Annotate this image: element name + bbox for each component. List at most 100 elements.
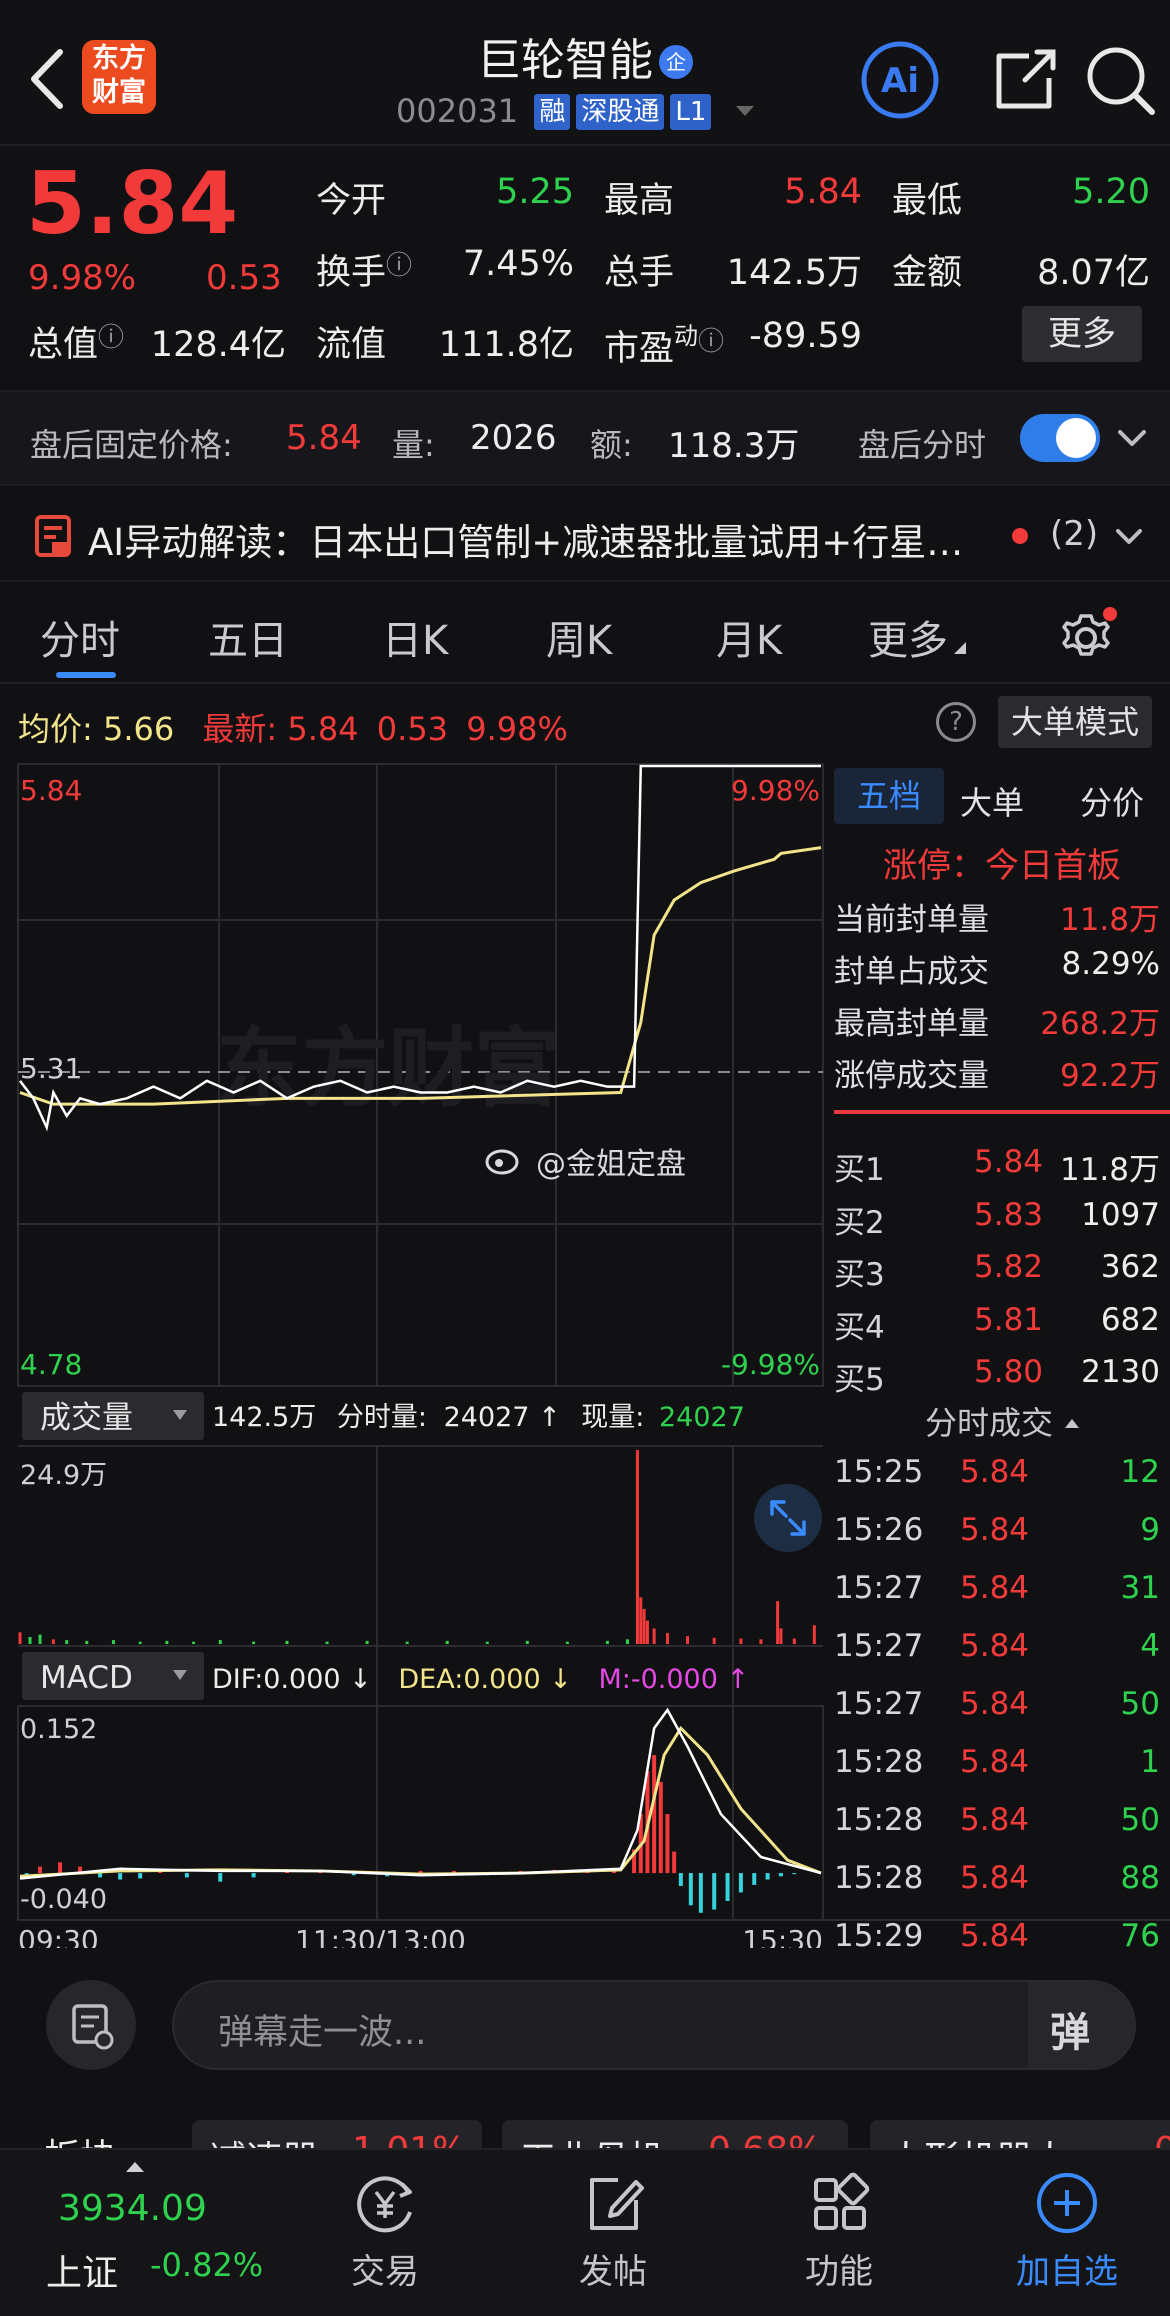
limit-stat-row: 涨停成交量 92.2万 [834, 1050, 1160, 1096]
macd-bar [218, 1873, 223, 1882]
info-icon[interactable]: ⓘ [98, 323, 124, 353]
tab-intraday[interactable]: 分时 [40, 608, 120, 666]
bid-level-row[interactable]: 买1 5.84 11.8万 [834, 1144, 1160, 1190]
nav-functions[interactable]: 功能 [754, 2148, 924, 2316]
tab-more[interactable]: 更多 [868, 608, 966, 666]
change-amount: 0.53 [206, 258, 282, 298]
ai-assistant-button[interactable]: Ai [860, 40, 940, 120]
volume-bar [405, 1641, 409, 1644]
expand-chart-button[interactable] [754, 1484, 822, 1552]
danmaku-toggle-button[interactable]: 弹 [1028, 1982, 1134, 2068]
open-value: 5.25 [496, 172, 574, 212]
latest-value: 5.84 [287, 710, 359, 748]
ai-insight-bar[interactable]: AI异动解读：日本出口管制+减速器批量试用+行星… (2) [0, 490, 1170, 582]
bid-level-row[interactable]: 买5 5.80 2130 [834, 1354, 1160, 1400]
pe-value: -89.59 [749, 316, 862, 356]
info-icon[interactable]: ⓘ [386, 251, 412, 281]
tab-daily-k[interactable]: 日K [382, 608, 448, 666]
volume-bar [645, 1620, 649, 1644]
macd-bar [698, 1873, 703, 1913]
axis-mid-price: 5.31 [20, 1052, 82, 1085]
chevron-down-icon[interactable] [1116, 426, 1148, 450]
chevron-down-icon[interactable] [1114, 526, 1144, 548]
latest-change: 0.53 [376, 710, 449, 748]
tick-price: 5.84 [960, 1802, 1030, 1838]
volume-bar [776, 1601, 780, 1644]
comment-input[interactable]: 弹幕走一波... 弹 [172, 1980, 1136, 2070]
bid-level-label: 买3 [834, 1257, 885, 1293]
macd-bar [778, 1873, 783, 1877]
more-quote-button[interactable]: 更多 [1022, 306, 1142, 362]
bar-volume-value: 24027 ↑ [444, 1402, 561, 1433]
ticks-title[interactable]: 分时成交 [834, 1398, 1170, 1444]
share-icon[interactable] [985, 40, 1065, 120]
macd-dif: DIF:0.000 ↓ [212, 1664, 372, 1695]
index-value: 3934.09 [58, 2188, 207, 2229]
low-value: 5.20 [1072, 172, 1150, 212]
volume-bar [712, 1637, 716, 1644]
big-order-mode-button[interactable]: 大单模式 [998, 696, 1152, 748]
help-icon[interactable]: ? [936, 702, 976, 742]
comment-settings-button[interactable] [46, 1980, 136, 2070]
side-tab-five-levels[interactable]: 五档 [834, 768, 944, 824]
volume-bar [365, 1640, 369, 1644]
brand-watermark: 东方财富 [216, 1019, 560, 1119]
chart-tabs: 分时 五日 日K 周K 月K 更多 [0, 588, 1170, 684]
bid-level-label: 买2 [834, 1204, 885, 1241]
connect-tag: 深股通 [576, 94, 665, 130]
nav-trade[interactable]: 交易 [300, 2148, 470, 2316]
volume-bar [85, 1640, 89, 1644]
bid-level-row[interactable]: 买4 5.81 682 [834, 1302, 1160, 1348]
macd-bar [184, 1873, 189, 1878]
volume-bar [759, 1639, 763, 1644]
dropdown-caret-icon[interactable] [735, 106, 754, 116]
tick-time: 15:26 [834, 1512, 924, 1548]
bid-level-row[interactable]: 买2 5.83 1097 [834, 1197, 1160, 1243]
info-icon[interactable]: ⓘ [698, 327, 724, 357]
search-icon[interactable] [1082, 40, 1162, 120]
nav-post[interactable]: 发帖 [528, 2148, 698, 2316]
tick-row: 15:26 5.84 9 [834, 1512, 1160, 1558]
open-label: 今开 [316, 181, 387, 221]
after-hours-toggle[interactable] [1020, 414, 1100, 462]
volume-panel-label: 成交量 [40, 1400, 133, 1436]
macd-bar [251, 1873, 256, 1878]
chart-area: 东方财富 @金姐定盘 5.84 5.31 4.78 9.98% -9.98% 2… [0, 758, 1170, 1957]
weibo-icon-eye [495, 1159, 503, 1167]
axis-bottom-price: 4.78 [20, 1348, 82, 1381]
bid-level-row[interactable]: 买3 5.82 362 [834, 1249, 1160, 1295]
tab-five-day[interactable]: 五日 [208, 608, 288, 666]
tick-row: 15:28 5.84 88 [834, 1860, 1160, 1906]
macd-bar [58, 1862, 63, 1874]
bid-volume: 2130 [1081, 1354, 1160, 1390]
bid-level-label: 买1 [834, 1152, 885, 1188]
macd-bar [678, 1873, 683, 1886]
volume-bar [639, 1597, 643, 1644]
nav-add-watchlist[interactable]: 加自选 [982, 2148, 1152, 2316]
side-tab-big-orders[interactable]: 大单 [960, 778, 1024, 824]
stock-code-row: 002031 融深股通 L1 [396, 92, 754, 130]
svg-text:@金姐定盘: @金姐定盘 [536, 1147, 686, 1182]
float-value: 111.8亿 [438, 325, 574, 365]
limit-stat-value: 268.2万 [1040, 1006, 1160, 1042]
side-tab-price-dist[interactable]: 分价 [1080, 778, 1144, 824]
tick-time: 15:29 [834, 1918, 924, 1954]
volume-bar [285, 1640, 289, 1644]
ai-icon: Ai [861, 41, 939, 119]
volume-bar [642, 1608, 646, 1644]
tab-monthly-k[interactable]: 月K [716, 608, 782, 666]
axis-top-percent: 9.98% [731, 774, 820, 807]
macd-bottom-label: -0.040 [20, 1884, 107, 1915]
tick-time: 15:28 [834, 1802, 924, 1838]
limit-stat-label: 涨停成交量 [834, 1058, 989, 1094]
tick-time: 15:27 [834, 1628, 924, 1664]
settings-gear-icon[interactable] [1060, 606, 1120, 666]
ai-insight-text: AI异动解读：日本出口管制+减速器批量试用+行星… [88, 521, 964, 564]
limit-stat-row: 封单占成交 8.29% [834, 946, 1160, 992]
tick-price: 5.84 [960, 1570, 1030, 1606]
volume-value: 142.5万 [726, 253, 862, 293]
index-ticker[interactable]: 3934.09 上证 -0.82% [0, 2148, 263, 2316]
tab-weekly-k[interactable]: 周K [546, 608, 612, 666]
macd-bar [688, 1873, 693, 1906]
volume-bar [605, 1640, 609, 1644]
